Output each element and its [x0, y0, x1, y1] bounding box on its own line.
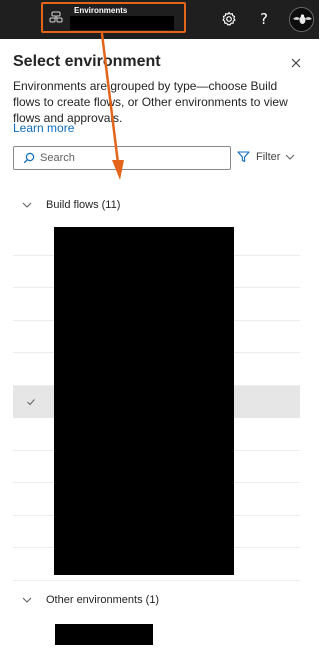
redacted-other-environment-name	[55, 624, 153, 645]
environment-icon	[49, 11, 63, 23]
panel-description: Environments are grouped by type—choose …	[13, 79, 288, 125]
redacted-environment-names	[54, 227, 234, 575]
filter-button[interactable]: Filter	[237, 149, 295, 165]
group-header-build-flows[interactable]: Build flows (11)	[22, 196, 120, 214]
group-header-other-environments[interactable]: Other environments (1)	[22, 591, 159, 609]
chevron-down-icon	[22, 202, 32, 208]
group-label-other-environments: Other environments (1)	[46, 594, 160, 606]
help-button[interactable]: ?	[255, 10, 273, 28]
checkmark-icon	[27, 398, 35, 405]
chevron-down-icon	[22, 597, 32, 603]
environment-name-redacted	[70, 16, 174, 30]
environment-label: Environments	[74, 6, 128, 15]
panel-title: Select environment	[13, 53, 161, 70]
search-input[interactable]	[40, 150, 225, 166]
top-bar: Environments ?	[0, 0, 319, 39]
learn-more-link[interactable]: Learn more	[13, 121, 74, 135]
group-label-build-flows: Build flows (11)	[46, 199, 121, 211]
avatar-image	[290, 8, 313, 31]
filter-icon	[237, 151, 250, 163]
help-icon: ?	[260, 10, 268, 28]
settings-button[interactable]	[220, 10, 238, 28]
chevron-down-icon	[286, 154, 295, 160]
environment-switcher[interactable]: Environments	[41, 2, 186, 33]
search-box[interactable]	[13, 146, 231, 170]
close-icon[interactable]	[289, 56, 303, 70]
search-icon	[23, 152, 35, 164]
avatar[interactable]	[289, 7, 314, 32]
filter-label: Filter	[256, 151, 281, 163]
gear-icon	[222, 11, 236, 26]
